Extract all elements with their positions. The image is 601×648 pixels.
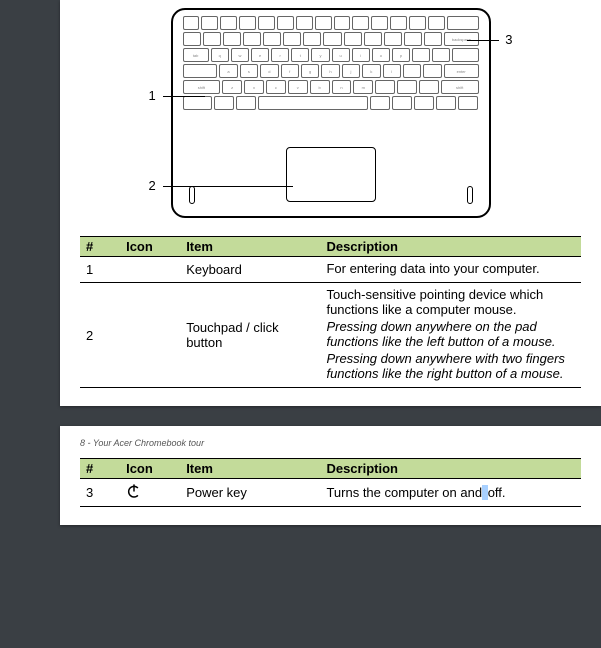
desc-text-post: off. xyxy=(488,485,506,500)
desc-text: For entering data into your computer. xyxy=(326,261,575,276)
th-item: Item xyxy=(180,237,320,257)
desc-text-italic: Pressing down anywhere with two fingers … xyxy=(326,351,575,381)
touchpad-outline xyxy=(286,147,376,202)
cell-item: Touchpad / click button xyxy=(180,283,320,388)
table-row: 1 Keyboard For entering data into your c… xyxy=(80,257,581,283)
parts-table-1: # Icon Item Description 1 Keyboard For e… xyxy=(80,236,581,388)
th-icon: Icon xyxy=(120,237,180,257)
table-row: 3 Power key Turns the computer on and of… xyxy=(80,479,581,507)
th-number: # xyxy=(80,237,120,257)
power-icon xyxy=(126,483,142,499)
cell-icon xyxy=(120,257,180,283)
th-description: Description xyxy=(320,237,581,257)
cell-number: 1 xyxy=(80,257,120,283)
th-description: Description xyxy=(320,459,581,479)
page-header: 8 - Your Acer Chromebook tour xyxy=(80,438,581,448)
cell-description: Touch-sensitive pointing device which fu… xyxy=(320,283,581,388)
keyboard-rows: backspace tabqwertyuiop asdfghjklenter s… xyxy=(183,16,479,124)
desc-text-pre: Turns the computer on and xyxy=(326,485,482,500)
cell-number: 2 xyxy=(80,283,120,388)
table-header-row: # Icon Item Description xyxy=(80,237,581,257)
desc-text: Touch-sensitive pointing device which fu… xyxy=(326,287,575,317)
callout-3: 3 xyxy=(505,32,512,47)
th-icon: Icon xyxy=(120,459,180,479)
cell-description: Turns the computer on and off. xyxy=(320,479,581,507)
table-row: 2 Touchpad / click button Touch-sensitiv… xyxy=(80,283,581,388)
callout-2: 2 xyxy=(149,178,156,193)
th-number: # xyxy=(80,459,120,479)
cell-description: For entering data into your computer. xyxy=(320,257,581,283)
cell-item: Power key xyxy=(180,479,320,507)
keyboard-illustration: backspace tabqwertyuiop asdfghjklenter s… xyxy=(171,8,491,218)
th-item: Item xyxy=(180,459,320,479)
speaker-left xyxy=(189,186,195,204)
cell-item: Keyboard xyxy=(180,257,320,283)
cell-icon xyxy=(120,283,180,388)
callout-1: 1 xyxy=(149,88,156,103)
parts-table-2: # Icon Item Description 3 Power key Turn… xyxy=(80,458,581,507)
table-header-row: # Icon Item Description xyxy=(80,459,581,479)
desc-text-italic: Pressing down anywhere on the pad functi… xyxy=(326,319,575,349)
page-1: backspace tabqwertyuiop asdfghjklenter s… xyxy=(60,0,601,406)
speaker-right xyxy=(467,186,473,204)
cell-number: 3 xyxy=(80,479,120,507)
cell-icon xyxy=(120,479,180,507)
page-2: 8 - Your Acer Chromebook tour # Icon Ite… xyxy=(60,426,601,525)
